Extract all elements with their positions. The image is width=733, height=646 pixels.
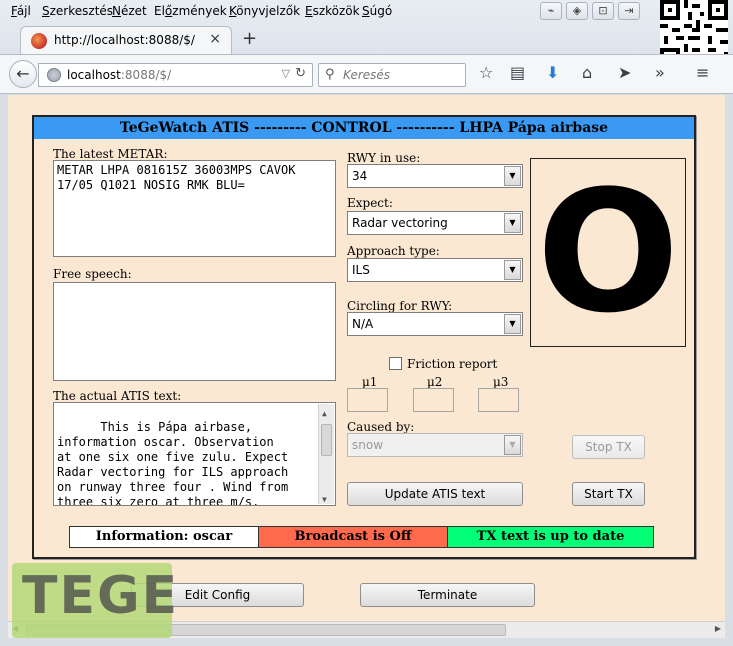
close-tab-icon[interactable]: × [209, 31, 221, 47]
tab-title: http://localhost:8088/$/ [54, 33, 195, 47]
information-letter: O [536, 154, 680, 350]
atis-control-panel: TeGeWatch ATIS --------- CONTROL -------… [32, 115, 696, 559]
terminate-button[interactable]: Terminate [360, 583, 535, 607]
new-tab-icon[interactable]: + [242, 28, 257, 49]
search-icon: ⚲ [325, 67, 335, 82]
circling-select[interactable]: N/A ▼ [347, 312, 523, 336]
search-placeholder: Keresés [343, 68, 391, 82]
menu-bookmarks[interactable]: Könyvjelzők [229, 4, 300, 18]
dropdown-arrow-icon[interactable]: ▼ [504, 435, 521, 455]
scroll-right-icon[interactable]: ▶ [715, 624, 721, 633]
mu1-label: µ1 [362, 375, 378, 389]
atis-textarea[interactable]: This is Pápa airbase, information oscar.… [53, 402, 336, 506]
atis-scrollbar[interactable]: ▲ ▼ [318, 404, 334, 504]
broadcast-status: Broadcast is Off [258, 526, 448, 548]
scroll-thumb[interactable] [321, 424, 332, 456]
menu-edit[interactable]: Szerkesztés [42, 4, 113, 18]
approach-type-label: Approach type: [347, 244, 440, 258]
status-bar: Information: oscar Broadcast is Off TX t… [69, 526, 655, 548]
menu-help[interactable]: Súgó [362, 4, 392, 18]
mu2-input[interactable] [413, 388, 454, 412]
caused-by-value: snow [352, 438, 384, 452]
friction-report-label: Friction report [407, 357, 498, 371]
scroll-down-icon[interactable]: ▼ [322, 492, 327, 505]
atis-text: This is Pápa airbase, information oscar.… [57, 420, 289, 506]
globe-icon [47, 68, 61, 82]
dropdown-arrow-icon[interactable]: ▼ [504, 213, 521, 233]
exit-icon[interactable]: ⇥ [618, 2, 640, 20]
free-speech-textarea[interactable] [53, 282, 336, 381]
circling-value: N/A [352, 317, 374, 331]
menu-tools[interactable]: Eszközök [305, 4, 360, 18]
rwy-value: 34 [352, 169, 368, 183]
url-bar[interactable]: localhost:8088/$/ ▽ ↻ [38, 63, 313, 87]
download-arrow-icon[interactable]: ⬇ [546, 63, 559, 82]
home-icon[interactable]: ⌂ [582, 63, 592, 82]
free-speech-label: Free speech: [53, 267, 132, 281]
reload-icon[interactable]: ↻ [295, 66, 306, 81]
url-host: localhost [67, 68, 121, 82]
compass-icon[interactable]: ◈ [566, 2, 588, 20]
atis-text-label: The actual ATIS text: [53, 389, 182, 403]
approach-type-value: ILS [352, 263, 370, 277]
rwy-select[interactable]: 34 ▼ [347, 164, 523, 188]
url-path: :8088/$/ [120, 68, 172, 82]
tx-text-status: TX text is up to date [447, 526, 654, 548]
menu-bar: Fájl Szerkesztés Nézet Előzmények Könyvj… [0, 0, 540, 24]
friction-report-checkbox[interactable] [389, 357, 402, 370]
expect-value: Radar vectoring [352, 216, 448, 230]
reading-list-icon[interactable]: ▤ [510, 63, 525, 82]
hamburger-menu-icon[interactable]: ≡ [696, 63, 709, 82]
panel-header: TeGeWatch ATIS --------- CONTROL -------… [34, 117, 694, 139]
search-bar[interactable]: ⚲ Keresés [318, 63, 466, 87]
screen-share-icon[interactable]: ⊡ [592, 2, 614, 20]
overflow-chevron-icon[interactable]: » [655, 63, 665, 82]
mu3-input[interactable] [478, 388, 519, 412]
favicon-icon [31, 33, 47, 49]
window-extra-buttons: ⌁ ◈ ⊡ ⇥ [540, 2, 658, 22]
mu1-input[interactable] [347, 388, 388, 412]
dropdown-arrow-icon[interactable]: ▼ [504, 166, 521, 186]
metar-label: The latest METAR: [53, 147, 168, 161]
back-arrow-icon[interactable]: ← [9, 60, 37, 88]
scroll-up-icon[interactable]: ▲ [322, 406, 327, 421]
menu-history[interactable]: Előzmények [154, 4, 227, 18]
mu2-label: µ2 [427, 375, 443, 389]
caused-by-label: Caused by: [347, 420, 415, 434]
tege-logo-watermark: TEGE [12, 563, 177, 638]
start-tx-button[interactable]: Start TX [572, 482, 645, 506]
page-content: TeGeWatch ATIS --------- CONTROL -------… [8, 95, 725, 621]
browser-chrome: Fájl Szerkesztés Nézet Előzmények Könyvj… [0, 0, 733, 95]
expect-label: Expect: [347, 196, 393, 210]
navigation-bar: ← localhost:8088/$/ ▽ ↻ ⚲ Keresés ☆ ▤ ⬇ … [0, 54, 733, 94]
approach-type-select[interactable]: ILS ▼ [347, 258, 523, 282]
caused-by-select[interactable]: snow ▼ [347, 433, 523, 457]
metar-textarea[interactable]: METAR LHPA 081615Z 36003MPS CAVOK 17/05 … [53, 160, 336, 257]
bookmark-star-icon[interactable]: ☆ [479, 63, 493, 82]
menu-view[interactable]: Nézet [112, 4, 147, 18]
send-icon[interactable]: ➤ [618, 63, 631, 82]
dropdown-triangle-icon[interactable]: ▽ [282, 67, 290, 80]
menu-file[interactable]: Fájl [11, 4, 31, 18]
browser-tab[interactable]: http://localhost:8088/$/ × [20, 26, 232, 54]
rwy-label: RWY in use: [347, 151, 421, 165]
circling-label: Circling for RWY: [347, 299, 453, 313]
pin-icon[interactable]: ⌁ [540, 2, 562, 20]
mu3-label: µ3 [493, 375, 509, 389]
information-letter-box: O [530, 158, 686, 347]
dropdown-arrow-icon[interactable]: ▼ [504, 314, 521, 334]
expect-select[interactable]: Radar vectoring ▼ [347, 211, 523, 235]
dropdown-arrow-icon[interactable]: ▼ [504, 260, 521, 280]
information-status: Information: oscar [69, 526, 259, 548]
watermark-text: TEGE [22, 566, 180, 626]
update-atis-button[interactable]: Update ATIS text [347, 482, 523, 506]
stop-tx-button[interactable]: Stop TX [572, 435, 645, 459]
